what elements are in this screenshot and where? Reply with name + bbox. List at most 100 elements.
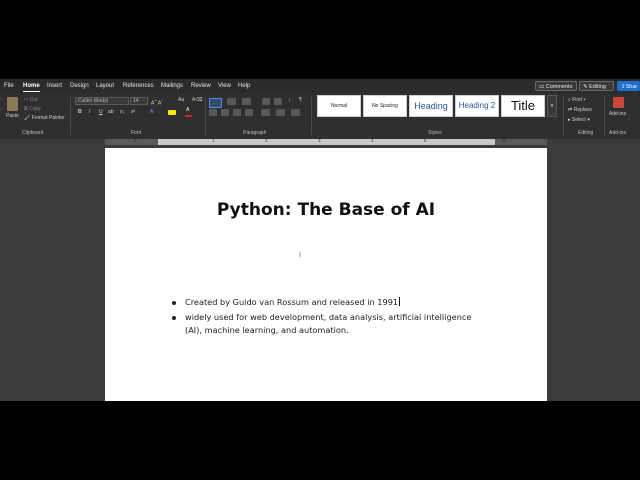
ruler-number: 1 [212,138,215,143]
format-painter-button[interactable]: 🖌 Format Painter [24,115,65,122]
font-group-label: Font [131,130,142,136]
text-effects-button[interactable]: A [150,109,153,116]
bullet-line: widely used for web development, data an… [185,312,472,322]
separator [563,97,564,135]
ruler-number: 5 [424,138,427,143]
tab-references[interactable]: References [123,81,154,91]
bullet-icon [172,301,176,305]
tab-mailings[interactable]: Mailings [161,81,183,91]
style-heading-2[interactable]: Heading 2 [455,95,499,117]
ruler-number: 3 [318,138,321,143]
copy-icon: ⧉ [24,106,28,112]
cursor-icon: ▸ [568,117,571,123]
tab-insert[interactable]: Insert [47,81,62,91]
numbering-icon[interactable] [227,98,236,105]
ruler-number: 1 [134,138,137,143]
pilcrow-icon[interactable]: ¶ [299,97,302,104]
align-left-icon[interactable] [209,109,217,116]
tab-help[interactable]: Help [238,81,250,91]
line-spacing-icon[interactable] [261,109,270,116]
select-button[interactable]: ▸ Select ▾ [568,117,590,124]
borders-icon[interactable] [291,109,300,116]
pencil-icon: ✎ [583,84,588,90]
separator [604,97,605,135]
change-case-button[interactable]: Aa [178,97,184,104]
justify-icon[interactable] [245,109,253,116]
editing-group-label: Editing [578,130,594,136]
ribbon: Paste ✂ Cut ⧉ Copy 🖌 Format Painter Clip… [0,93,640,140]
text-caret [399,297,401,306]
styles-more-icon[interactable]: ▾ [547,95,557,117]
cut-button[interactable]: ✂ Cut [24,97,37,104]
separator [311,97,312,135]
bullet-item[interactable]: widely used for web development, data an… [185,311,471,337]
tab-layout[interactable]: Layout [96,81,114,91]
tab-home[interactable]: Home [23,81,40,92]
style-title[interactable]: Title [501,95,545,117]
tab-review[interactable]: Review [191,81,211,91]
separator [70,97,71,135]
highlight-icon[interactable] [168,110,176,115]
styles-group-label: Styles [428,130,442,136]
tab-view[interactable]: View [218,81,231,91]
document-title[interactable]: Python: The Base of AI [105,200,547,220]
font-color-bar [185,115,192,117]
text-cursor-icon: I [299,252,301,259]
underline-button[interactable]: U [99,109,103,116]
font-name-select[interactable]: Calibri (Body) [75,97,129,105]
document-page[interactable]: Python: The Base of AI I Created by Guid… [105,148,547,401]
strikethrough-button[interactable]: ab [108,109,114,116]
add-ins-icon[interactable] [613,97,624,108]
ribbon-tabs: File Home Insert Design Layout Reference… [0,79,640,100]
sort-icon[interactable]: ↕ [288,97,291,104]
editing-mode-button[interactable]: ✎ Editing ▾ [579,81,614,100]
comments-button[interactable]: ▭ Comments [535,81,577,91]
add-ins-button[interactable]: Add-ins [609,111,626,118]
replace-button[interactable]: ⇄ Replace [568,107,592,114]
subscript-button[interactable]: x₂ [120,109,124,116]
bold-button[interactable]: B [78,109,82,116]
scissors-icon: ✂ [24,97,29,103]
tab-design[interactable]: Design [70,81,89,91]
brush-icon: 🖌 [24,115,31,121]
style-heading-1[interactable]: Heading [409,95,453,117]
font-color-button[interactable]: A [186,107,189,114]
ruler-number: 6 [503,138,506,143]
styles-gallery: Normal No Spacing Heading Heading 2 Titl… [315,95,557,127]
replace-icon: ⇄ [568,107,573,113]
share-button[interactable]: ⇪Shar [617,81,640,91]
decrease-indent-icon[interactable] [262,98,270,105]
grow-font-button[interactable]: A+ A- [151,97,163,108]
font-size-select[interactable]: 14 [130,97,148,105]
bullets-icon[interactable] [209,98,222,108]
paste-icon[interactable] [7,97,18,111]
ruler-text-area [158,139,495,145]
italic-button[interactable]: I [89,109,90,116]
paste-button[interactable]: Paste [6,113,19,120]
increase-indent-icon[interactable] [274,98,282,105]
bullet-item[interactable]: Created by Guido van Rossum and released… [185,296,401,309]
clear-formatting-icon[interactable]: A⌫ [192,97,202,104]
style-normal[interactable]: Normal [317,95,361,117]
shading-icon[interactable] [276,109,285,116]
add-ins-group-label: Add-ins [609,130,626,136]
style-no-spacing[interactable]: No Spacing [363,95,407,117]
find-button[interactable]: ⌕ Find ▾ [568,97,585,104]
horizontal-ruler[interactable]: 1 1 2 3 4 5 6 [0,138,640,147]
ruler-number: 4 [371,138,374,143]
word-window: File Home Insert Design Layout Reference… [0,79,640,401]
tab-file[interactable]: File [4,81,14,91]
bullet-line: (AI), machine learning, and automation. [185,325,349,335]
separator [205,97,206,135]
ruler-number: 2 [265,138,268,143]
copy-button[interactable]: ⧉ Copy [24,106,41,113]
bullet-icon [172,316,176,320]
paragraph-group-label: Paragraph [243,130,267,136]
clipboard-group-label: Clipboard [22,130,44,136]
search-icon: ⌕ [568,97,571,103]
align-center-icon[interactable] [221,109,229,116]
superscript-button[interactable]: x² [131,109,135,116]
multilevel-list-icon[interactable] [242,98,251,105]
comment-icon: ▭ [539,84,545,90]
align-right-icon[interactable] [233,109,241,116]
